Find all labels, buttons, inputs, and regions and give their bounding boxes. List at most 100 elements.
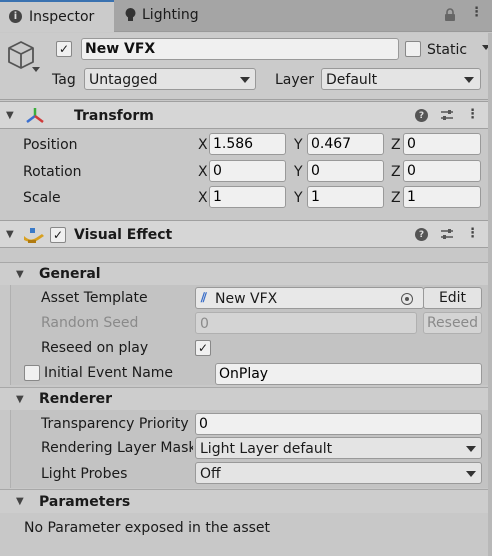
scrollbar[interactable] (488, 33, 492, 556)
edit-button[interactable]: Edit (423, 287, 482, 309)
transform-body: Position X Y Z Rotation X Y Z Scale X Y … (0, 130, 492, 220)
initial-event-field[interactable] (215, 363, 482, 385)
lock-icon[interactable] (444, 8, 456, 26)
tab-bar: i Inspector Lighting ⋮ (0, 0, 492, 32)
transparency-label-clip: Transparency Priority (41, 415, 193, 433)
scale-z-field[interactable] (403, 186, 481, 208)
rendering-layer-mask-value: Light Layer default (200, 441, 333, 457)
transparency-priority-label: Transparency Priority (41, 416, 189, 432)
visual-effect-enabled-checkbox[interactable]: ✓ (50, 227, 66, 243)
asset-template-value: New VFX (215, 291, 278, 307)
axis-y-label: Y (294, 137, 303, 153)
asset-template-field[interactable]: ⫽ New VFX (195, 287, 424, 309)
foldout-arrow-icon[interactable]: ▼ (16, 394, 24, 405)
chevron-down-icon (466, 446, 476, 452)
axis-z-label: Z (391, 164, 401, 180)
section-title: Parameters (39, 494, 131, 510)
transform-header[interactable]: ▼ Transform ? ⋮ (0, 101, 492, 129)
renderer-header[interactable]: ▼ Renderer (0, 387, 492, 410)
no-parameters-message: No Parameter exposed in the asset (24, 520, 271, 536)
static-checkbox[interactable] (405, 41, 421, 57)
light-probes-label: Light Probes (41, 466, 128, 482)
more-options-icon[interactable]: ⋮ (466, 107, 479, 122)
tab-inspector[interactable]: i Inspector (0, 0, 114, 32)
edit-button-label: Edit (438, 290, 467, 306)
transform-icon (24, 106, 46, 130)
lightbulb-icon (125, 8, 136, 21)
axis-x-label: X (198, 164, 208, 180)
rotation-z-field[interactable] (403, 160, 481, 182)
object-picker-icon[interactable] (401, 293, 413, 305)
more-options-icon[interactable]: ⋮ (466, 226, 479, 241)
random-seed-label: Random Seed (41, 315, 139, 331)
presets-icon[interactable] (440, 227, 454, 245)
rendering-layer-mask-label: Rendering Layer Mask (41, 440, 193, 456)
help-icon[interactable]: ? (415, 228, 428, 241)
foldout-arrow-icon[interactable]: ▼ (6, 110, 14, 121)
axis-y-label: Y (294, 164, 303, 180)
scale-y-field[interactable] (307, 186, 384, 208)
parameters-body: No Parameter exposed in the asset (0, 513, 492, 556)
light-probes-value: Off (200, 466, 221, 482)
component-title: Transform (74, 108, 154, 124)
foldout-arrow-icon[interactable]: ▼ (16, 496, 24, 507)
reseed-on-play-checkbox[interactable]: ✓ (195, 340, 211, 356)
layer-value: Default (326, 72, 378, 88)
asset-template-label: Asset Template (41, 290, 148, 306)
foldout-arrow-icon[interactable]: ▼ (16, 269, 24, 280)
tag-value: Untagged (89, 72, 158, 88)
general-header[interactable]: ▼ General (0, 262, 492, 285)
axis-x-label: X (198, 137, 208, 153)
random-seed-field: 0 (195, 312, 417, 334)
section-title: General (39, 266, 101, 282)
initial-event-label: Initial Event Name (44, 365, 174, 381)
position-z-field[interactable] (403, 133, 481, 155)
reseed-on-play-label: Reseed on play (41, 340, 149, 356)
static-label: Static (427, 42, 468, 58)
general-body: Asset Template ⫽ New VFX Edit Random See… (10, 285, 492, 385)
random-seed-value: 0 (200, 316, 209, 332)
vfx-asset-icon: ⫽ (201, 291, 207, 306)
rotation-x-field[interactable] (209, 160, 286, 182)
section-title: Renderer (39, 391, 113, 407)
active-checkbox[interactable]: ✓ (56, 41, 72, 57)
rendering-layer-mask-dropdown[interactable]: Light Layer default (195, 437, 482, 459)
scale-label: Scale (23, 190, 61, 206)
chevron-down-icon (464, 77, 474, 83)
scale-x-field[interactable] (209, 186, 286, 208)
transparency-priority-field[interactable] (195, 413, 482, 435)
vfx-lamp-icon (22, 226, 46, 248)
chevron-down-icon (240, 77, 250, 83)
initial-event-override-checkbox[interactable] (24, 365, 40, 381)
chevron-down-icon[interactable] (32, 67, 40, 72)
position-x-field[interactable] (209, 133, 286, 155)
component-title: Visual Effect (74, 227, 173, 243)
position-y-field[interactable] (307, 133, 384, 155)
tab-label: Inspector (29, 9, 95, 25)
reseed-button: Reseed (423, 312, 482, 334)
help-icon[interactable]: ? (415, 109, 428, 122)
axis-z-label: Z (391, 190, 401, 206)
visual-effect-header[interactable]: ▼ ✓ Visual Effect ? ⋮ (0, 220, 492, 248)
rotation-y-field[interactable] (307, 160, 384, 182)
tag-label: Tag (52, 72, 76, 88)
parameters-header[interactable]: ▼ Parameters (0, 489, 492, 513)
axis-y-label: Y (294, 190, 303, 206)
info-icon: i (9, 10, 22, 23)
layer-label: Layer (275, 72, 315, 88)
axis-x-label: X (198, 190, 208, 206)
rotation-label: Rotation (23, 164, 82, 180)
light-probes-dropdown[interactable]: Off (195, 462, 482, 484)
chevron-down-icon (466, 471, 476, 477)
more-options-icon[interactable]: ⋮ (470, 5, 483, 20)
tab-label: Lighting (142, 7, 199, 23)
presets-icon[interactable] (440, 108, 454, 126)
axis-z-label: Z (391, 137, 401, 153)
position-label: Position (23, 137, 78, 153)
reseed-button-label: Reseed (426, 315, 479, 331)
layer-dropdown[interactable]: Default (321, 68, 481, 90)
foldout-arrow-icon[interactable]: ▼ (6, 229, 14, 240)
tab-lighting[interactable]: Lighting (116, 0, 220, 32)
tag-dropdown[interactable]: Untagged (84, 68, 256, 90)
gameobject-name-field[interactable] (81, 38, 399, 60)
